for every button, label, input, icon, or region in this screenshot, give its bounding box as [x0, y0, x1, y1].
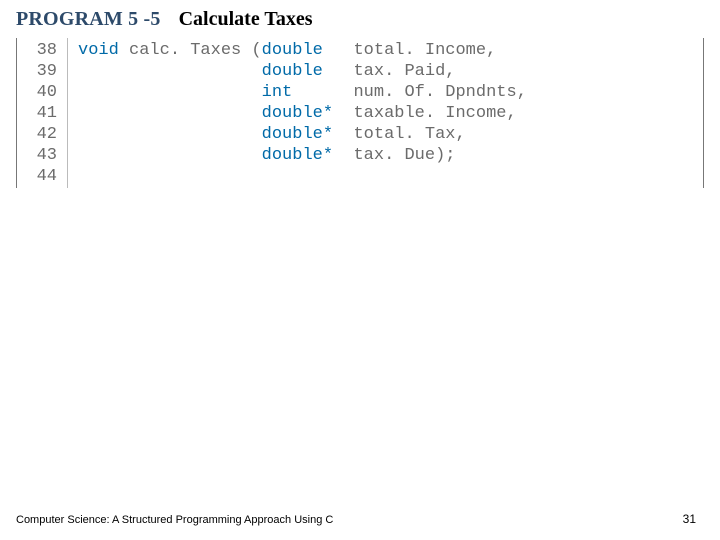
param-name: taxable. Income, [353, 104, 516, 123]
type-int: int [262, 83, 293, 102]
line-number-gutter: 38 39 40 41 42 43 44 [17, 38, 68, 188]
type-double: double [262, 41, 323, 60]
code-line [78, 166, 527, 187]
code-line: double* taxable. Income, [78, 103, 527, 124]
type-double-ptr: double* [262, 125, 333, 144]
line-number: 41 [27, 103, 57, 124]
param-name: tax. Due); [353, 146, 455, 165]
type-double-ptr: double* [262, 146, 333, 165]
code-line: double tax. Paid, [78, 61, 527, 82]
slide: PROGRAM 5 -5 Calculate Taxes 38 39 40 41… [0, 0, 720, 540]
type-double: double [262, 62, 323, 81]
param-name: num. Of. Dpndnts, [353, 83, 526, 102]
program-label: PROGRAM 5 -5 [16, 8, 161, 31]
keyword-void: void [78, 41, 119, 60]
open-paren: ( [241, 41, 261, 60]
function-name: calc. Taxes [129, 41, 241, 60]
line-number: 38 [27, 40, 57, 61]
code-line: double* tax. Due); [78, 145, 527, 166]
footer-book-title: Computer Science: A Structured Programmi… [16, 514, 333, 526]
code-line: double* total. Tax, [78, 124, 527, 145]
code-body: void calc. Taxes (double total. Income, … [68, 38, 527, 188]
type-double-ptr: double* [262, 104, 333, 123]
code-listing: 38 39 40 41 42 43 44 void calc. Taxes (d… [16, 38, 704, 188]
param-name: tax. Paid, [353, 62, 455, 81]
line-number: 43 [27, 145, 57, 166]
line-number: 44 [27, 166, 57, 187]
param-name: total. Tax, [353, 125, 465, 144]
program-title: Calculate Taxes [179, 8, 313, 31]
line-number: 40 [27, 82, 57, 103]
slide-header: PROGRAM 5 -5 Calculate Taxes [16, 8, 313, 31]
footer-page-number: 31 [683, 512, 696, 526]
line-number: 42 [27, 124, 57, 145]
line-number: 39 [27, 61, 57, 82]
code-line: int num. Of. Dpndnts, [78, 82, 527, 103]
param-name: total. Income, [353, 41, 496, 60]
code-line: void calc. Taxes (double total. Income, [78, 40, 527, 61]
